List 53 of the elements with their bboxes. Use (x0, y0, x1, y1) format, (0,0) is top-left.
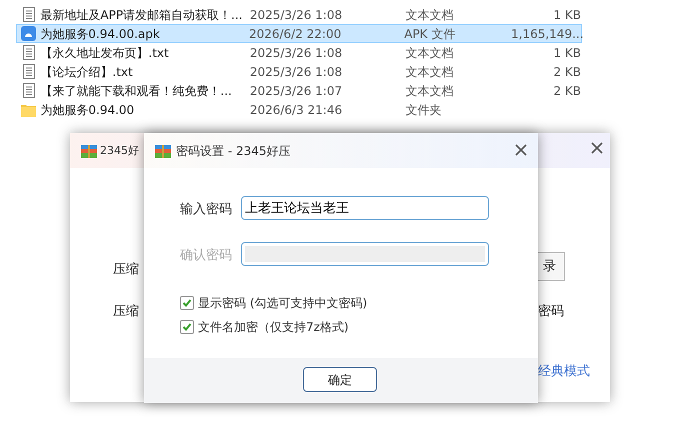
file-name: 【永久地址发布页】.txt (40, 44, 170, 62)
file-row[interactable]: 为她服务0.94.00 2026/6/3 21:46 文件夹 (16, 100, 582, 119)
file-row-selected[interactable]: 为她服务0.94.00.apk 2026/6/2 22:00 APK 文件 1,165,149... (16, 24, 582, 43)
file-row[interactable]: 【来了就能下载和观看！纯免费！... 2025/3/26 1:07 文本文档 2 KB (16, 81, 582, 100)
document-icon (22, 83, 35, 98)
checkbox[interactable] (180, 320, 194, 334)
file-date: 2025/3/26 1:08 (250, 64, 344, 80)
field-label: 确认密码 (180, 247, 232, 265)
file-date: 2025/3/26 1:08 (250, 6, 344, 24)
file-type: 文本文档 (406, 64, 455, 80)
file-size: 2 KB (552, 82, 582, 100)
checkbox-label: 显示密码 (勾选可支持中文密码) (198, 295, 368, 312)
file-type: 文本文档 (406, 44, 455, 62)
label: 压缩 (113, 303, 139, 321)
password-field[interactable]: 上老王论坛当老王 (241, 196, 489, 220)
label: 压缩 (113, 261, 139, 279)
close-icon[interactable] (591, 142, 603, 154)
file-name: 为她服务0.94.00 (40, 102, 136, 118)
file-type: 文件夹 (406, 102, 443, 118)
ok-button[interactable]: 确定 (303, 367, 377, 392)
file-date: 2026/6/3 21:46 (250, 102, 344, 118)
file-date: 2025/3/26 1:07 (250, 82, 344, 100)
classic-mode-link[interactable]: 经典模式 (538, 362, 590, 382)
archive-icon (154, 142, 172, 160)
file-row[interactable]: 【论坛介绍】.txt 2025/3/26 1:08 文本文档 2 KB (16, 62, 582, 81)
file-name: 为她服务0.94.00.apk (40, 26, 161, 42)
folder-icon (21, 102, 36, 116)
file-size: 1 KB (552, 44, 582, 62)
app-icon (21, 26, 36, 41)
checkbox[interactable] (180, 296, 194, 310)
close-icon[interactable] (515, 144, 527, 156)
file-type: APK 文件 (404, 26, 456, 42)
file-date: 2026/6/2 22:00 (248, 26, 342, 42)
file-row[interactable]: 最新地址及APP请发邮箱自动获取！... 2025/3/26 1:08 文本文档 1 KB (16, 5, 582, 24)
document-icon (22, 64, 35, 79)
document-icon (22, 7, 35, 22)
file-name: 【来了就能下载和观看！纯免费！... (40, 82, 233, 100)
checkbox-label: 文件名加密（仅支持7z格式) (198, 319, 349, 336)
file-size: 1,165,149... (511, 26, 581, 42)
file-size: 2 KB (552, 64, 582, 80)
field-label: 输入密码 (180, 201, 232, 219)
file-date: 2025/3/26 1:08 (250, 44, 344, 62)
file-row[interactable]: 【永久地址发布页】.txt 2025/3/26 1:08 文本文档 1 KB (16, 43, 582, 62)
file-type: 文本文档 (406, 82, 455, 100)
file-name: 【论坛介绍】.txt (40, 64, 134, 80)
dialog-title: 密码设置 - 2345好压 (176, 143, 290, 160)
window-title: 2345好 (100, 143, 139, 159)
file-type: 文本文档 (406, 6, 455, 24)
document-icon (22, 45, 35, 60)
file-size: 1 KB (552, 6, 582, 24)
label: 密码 (538, 303, 564, 321)
archive-icon (80, 142, 98, 160)
file-name: 最新地址及APP请发邮箱自动获取！... (40, 6, 244, 24)
